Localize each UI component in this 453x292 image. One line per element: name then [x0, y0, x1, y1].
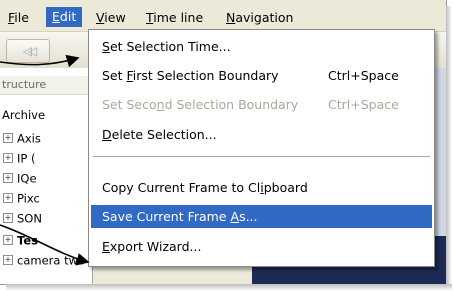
label-part: elete Selection...	[111, 127, 217, 142]
menu-item-label: Copy Current Frame to Clipboard	[102, 176, 308, 199]
tree-item-label: SON	[17, 211, 42, 226]
menu-edit[interactable]: Edit	[46, 7, 83, 27]
tree-item-label: IP (	[17, 151, 36, 166]
menu-file[interactable]: File	[2, 8, 35, 28]
label-part: xport Wizard...	[109, 239, 202, 254]
label-part: Copy Current Frame to Cl	[102, 180, 261, 195]
menu-item-save-frame[interactable]: Save Current Frame As...	[91, 205, 432, 228]
label-part: s...	[239, 209, 258, 224]
menu-item-label: Delete Selection...	[102, 123, 217, 146]
menu-navigation-accel: N	[226, 10, 236, 25]
label-part: irst Selection Boundary	[132, 68, 279, 83]
structure-panel: tructure Archive + Axis + IP ( + IQe + Pixc …	[0, 68, 133, 284]
menu-item-set-first-boundary[interactable]: Set First Selection Boundary Ctrl+Space	[91, 64, 432, 87]
label-part: Set Seco	[102, 97, 157, 112]
menu-navigation[interactable]: Navigation	[220, 8, 299, 28]
menu-separator	[93, 156, 430, 157]
menu-navigation-label: avigation	[235, 10, 294, 25]
expand-plus-icon[interactable]: +	[3, 132, 13, 143]
accelerator-key: D	[102, 127, 112, 142]
label-part: Save Current Frame	[102, 209, 231, 224]
edit-dropdown-menu: Set Selection Time... Set First Selectio…	[88, 29, 435, 267]
panel-header: tructure	[0, 76, 94, 95]
shortcut-label: Ctrl+Space	[328, 97, 399, 112]
expand-plus-icon[interactable]: +	[3, 234, 13, 245]
expand-plus-icon[interactable]: +	[3, 172, 13, 183]
tree-item[interactable]: + Pixc	[0, 188, 40, 208]
menu-item-label: Set Selection Time...	[102, 35, 231, 58]
tree-item-label: Axis	[17, 131, 41, 146]
expand-plus-icon[interactable]: +	[3, 152, 13, 163]
menu-item-label: Set Second Selection Boundary	[102, 93, 298, 116]
label-part: d Selection Boundary	[164, 97, 299, 112]
tree-item-label: Tes	[17, 233, 38, 248]
shortcut-label: Ctrl+Space	[328, 68, 399, 83]
tree-item[interactable]: + Tes	[0, 230, 38, 250]
accelerator-key: E	[102, 239, 110, 254]
menu-item-label: Set First Selection Boundary	[102, 64, 279, 87]
tree-item[interactable]: + Axis	[0, 128, 41, 148]
accelerator-key: A	[230, 209, 240, 224]
tree-item[interactable]: + SON	[0, 208, 42, 228]
menu-item-copy-frame[interactable]: Copy Current Frame to Clipboard	[91, 176, 432, 199]
tree-root-archive[interactable]: Archive	[2, 108, 45, 122]
accelerator-key: n	[156, 97, 165, 112]
menu-item-label: Save Current Frame As...	[102, 205, 258, 228]
double-chevron-left-icon[interactable]: ◁◁	[6, 39, 50, 63]
menu-view-label: iew	[104, 10, 126, 25]
menu-item-export-wizard[interactable]: Export Wizard...	[91, 235, 432, 258]
menu-timeline-label: ime line	[153, 10, 204, 25]
tree-item-label: IQe	[17, 171, 37, 186]
screenshot-shadow-right	[446, 6, 452, 288]
tree-item[interactable]: + IP (	[0, 148, 35, 168]
label-part: et Selection Time...	[109, 39, 231, 54]
menu-item-set-second-boundary[interactable]: Set Second Selection Boundary Ctrl+Space	[91, 93, 432, 116]
tree-item[interactable]: + IQe	[0, 168, 37, 188]
accelerator-key: S	[102, 39, 110, 54]
menu-view[interactable]: View	[90, 8, 132, 28]
tree-item-label: Pixc	[17, 191, 40, 206]
expand-plus-icon[interactable]: +	[3, 212, 13, 223]
label-part: Set	[102, 68, 127, 83]
menu-edit-label: dit	[59, 9, 77, 24]
expand-plus-icon[interactable]: +	[3, 254, 13, 265]
expand-plus-icon[interactable]: +	[3, 192, 13, 203]
menu-bar: File Edit View Time line Navigation	[0, 0, 446, 30]
menu-file-label: ile	[14, 10, 29, 25]
screenshot-shadow-bottom	[6, 284, 452, 291]
application-window: File Edit View Time line Navigation ◁◁ t…	[0, 0, 447, 285]
menu-item-label: Export Wizard...	[102, 235, 201, 258]
menu-item-delete-selection[interactable]: Delete Selection...	[91, 123, 432, 146]
menu-item-set-selection-time[interactable]: Set Selection Time...	[91, 35, 432, 58]
menu-edit-accel: E	[52, 9, 60, 24]
label-part: pboard	[263, 180, 308, 195]
menu-timeline[interactable]: Time line	[140, 8, 209, 28]
